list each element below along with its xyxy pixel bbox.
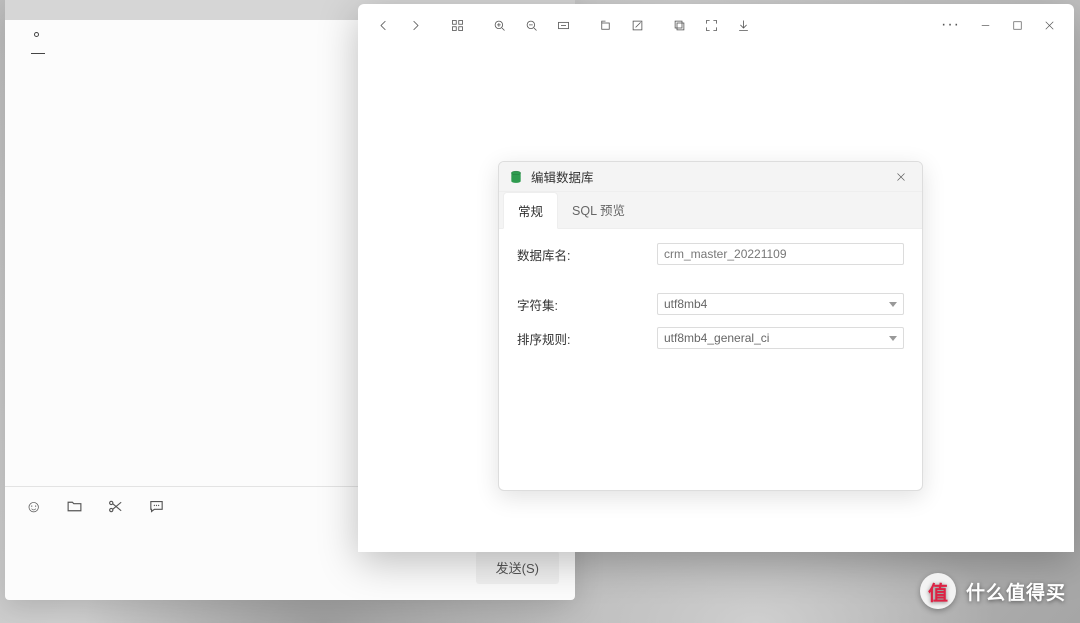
edit-database-dialog: 编辑数据库 常规 SQL 预览 数据库名: 字符集: utf8mb4: [498, 161, 923, 491]
minimize-button[interactable]: [970, 10, 1000, 40]
chat-bubble-icon[interactable]: [148, 498, 165, 515]
more-options-button[interactable]: ···: [933, 16, 968, 34]
collation-select[interactable]: utf8mb4_general_ci: [657, 327, 904, 349]
dialog-titlebar: 编辑数据库: [499, 162, 922, 192]
back-button[interactable]: [368, 10, 398, 40]
dialog-close-button[interactable]: [890, 166, 912, 188]
watermark: 值 什么值得买: [920, 573, 1066, 609]
dialog-title: 编辑数据库: [531, 167, 594, 186]
forward-button[interactable]: [400, 10, 430, 40]
image-viewer-window: ··· 编辑数据库 常规 SQL 预览: [358, 4, 1074, 552]
dialog-tabs: 常规 SQL 预览: [499, 192, 922, 229]
row-collation: 排序规则: utf8mb4_general_ci: [517, 327, 904, 349]
send-button[interactable]: 发送(S): [476, 551, 559, 584]
grid-view-icon[interactable]: [442, 10, 472, 40]
database-name-input[interactable]: [657, 243, 904, 265]
zoom-out-icon[interactable]: [516, 10, 546, 40]
tab-sql-preview[interactable]: SQL 预览: [558, 192, 639, 228]
copy-icon[interactable]: [664, 10, 694, 40]
download-icon[interactable]: [728, 10, 758, 40]
close-button[interactable]: [1034, 10, 1064, 40]
fullscreen-icon[interactable]: [696, 10, 726, 40]
dialog-body: 数据库名: 字符集: utf8mb4 排序规则: utf8mb4_general…: [499, 229, 922, 375]
charset-select[interactable]: utf8mb4: [657, 293, 904, 315]
row-charset: 字符集: utf8mb4: [517, 293, 904, 315]
avatar-icon: [31, 40, 45, 54]
emoji-icon[interactable]: ☺: [25, 498, 42, 515]
charset-value: utf8mb4: [664, 297, 707, 311]
tab-general[interactable]: 常规: [503, 192, 558, 229]
collation-value: utf8mb4_general_ci: [664, 331, 769, 345]
scissors-icon[interactable]: [107, 498, 124, 515]
fit-width-icon[interactable]: [548, 10, 578, 40]
viewer-content: 编辑数据库 常规 SQL 预览 数据库名: 字符集: utf8mb4: [358, 46, 1074, 552]
chat-input-toolbar: ☺: [25, 498, 165, 515]
database-icon: [509, 170, 523, 184]
label-database-name: 数据库名:: [517, 245, 657, 264]
maximize-button[interactable]: [1002, 10, 1032, 40]
rotate-icon[interactable]: [590, 10, 620, 40]
folder-icon[interactable]: [66, 498, 83, 515]
label-charset: 字符集:: [517, 295, 657, 314]
watermark-badge: 值: [920, 573, 956, 609]
viewer-toolbar: ···: [358, 4, 1074, 46]
watermark-text: 什么值得买: [966, 578, 1066, 605]
label-collation: 排序规则:: [517, 329, 657, 348]
edit-icon[interactable]: [622, 10, 652, 40]
zoom-in-icon[interactable]: [484, 10, 514, 40]
row-database-name: 数据库名:: [517, 243, 904, 265]
